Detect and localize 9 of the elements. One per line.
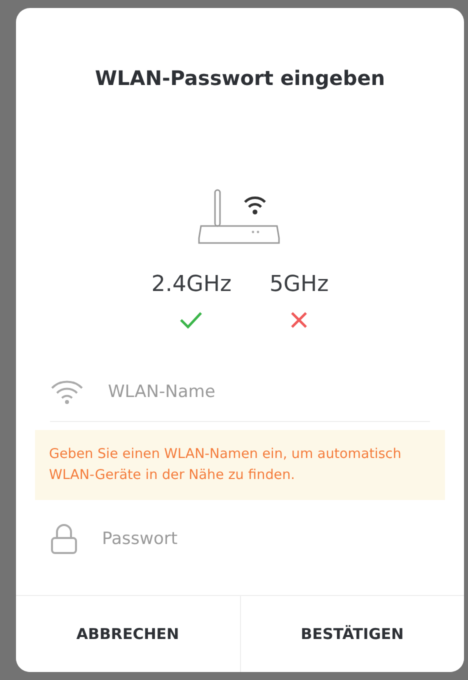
wifi-icon — [50, 379, 84, 405]
band-label: 5GHz — [270, 272, 329, 297]
dialog-title: WLAN-Passwort eingeben — [94, 66, 385, 90]
confirm-button[interactable]: BESTÄTIGEN — [240, 596, 464, 672]
lock-icon — [50, 523, 78, 555]
hint-message: Geben Sie einen WLAN-Namen ein, um automatisch WLAN-Geräte in der Nähe zu finden. — [35, 430, 445, 500]
band-label: 2.4GHz — [151, 272, 232, 297]
password-field[interactable]: Passwort — [100, 528, 430, 550]
wlan-name-field[interactable]: WLAN-Name — [106, 381, 430, 403]
